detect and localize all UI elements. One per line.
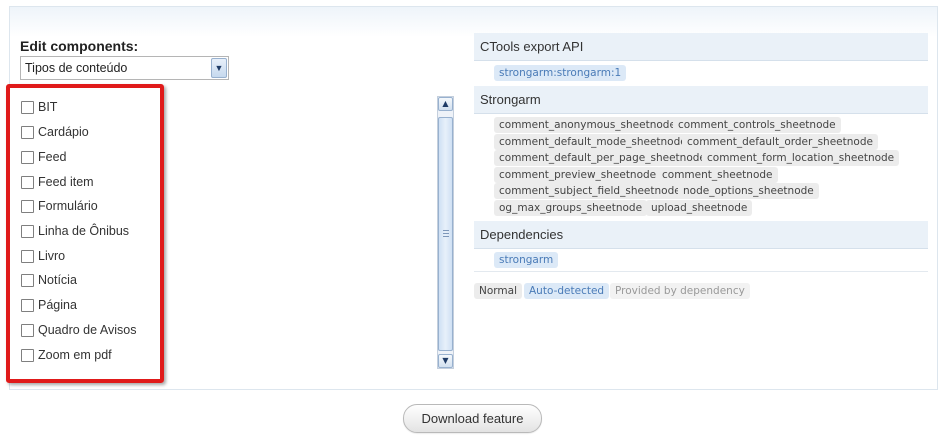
checkbox-label: Quadro de Avisos: [38, 323, 137, 337]
tag-component: comment_default_mode_sheetnode: [494, 134, 692, 150]
chevron-down-icon[interactable]: ▼: [211, 58, 227, 78]
checkbox-label: Linha de Ônibus: [38, 224, 130, 238]
tag-component: comment_form_location_sheetnode: [702, 150, 900, 166]
checkbox-label: Formulário: [38, 199, 98, 213]
component-checklist: BIT Cardápio Feed Feed item Formulário L…: [20, 97, 170, 387]
tag-component: comment_default_order_sheetnode: [682, 134, 878, 150]
checkbox-item-feed[interactable]: Feed: [21, 147, 67, 167]
checkbox-item-livro[interactable]: Livro: [21, 246, 65, 266]
checkbox-item-formulario[interactable]: Formulário: [21, 196, 98, 216]
checkbox-item-noticia[interactable]: Notícia: [21, 270, 77, 290]
legend-auto-detected: Auto-detected: [524, 283, 610, 299]
select-value: Tipos de conteúdo: [25, 61, 128, 75]
arrow-down-icon[interactable]: ▼: [438, 354, 453, 368]
tag-component: comment_default_per_page_sheetnode: [494, 150, 711, 166]
checkbox-label: Página: [38, 298, 77, 312]
checkbox[interactable]: [21, 125, 34, 139]
checkbox[interactable]: [21, 224, 34, 238]
component-type-select[interactable]: Tipos de conteúdo ▼: [20, 56, 229, 80]
divider: [474, 271, 928, 272]
checkbox-item-zoom-em-pdf[interactable]: Zoom em pdf: [21, 345, 112, 365]
checkbox-item-linha-de-onibus[interactable]: Linha de Ônibus: [21, 221, 129, 241]
checkbox[interactable]: [21, 199, 34, 213]
tag-component: comment_sheetnode: [657, 167, 778, 183]
checkbox-item-quadro-de-avisos[interactable]: Quadro de Avisos: [21, 320, 136, 340]
tag-auto-detected: strongarm:strongarm:1: [494, 65, 627, 81]
checkbox-item-cardapio[interactable]: Cardápio: [21, 122, 89, 142]
checkbox[interactable]: [21, 348, 34, 362]
tag-component: comment_preview_sheetnode: [494, 167, 662, 183]
section-header-ctools: CTools export API: [474, 33, 928, 61]
checkbox-label: Livro: [38, 249, 66, 263]
checkbox-label: BIT: [38, 100, 58, 114]
feature-panel: Edit components: Tipos de conteúdo ▼ BIT…: [9, 6, 938, 390]
legend-normal: Normal: [474, 283, 522, 299]
checkbox-label: Feed item: [38, 175, 94, 189]
checkbox[interactable]: [21, 249, 34, 263]
checkbox[interactable]: [21, 100, 34, 114]
checkbox-label: Zoom em pdf: [38, 348, 112, 362]
tag-component: node_options_sheetnode: [678, 183, 819, 199]
tag-component: og_max_groups_sheetnode: [494, 200, 648, 216]
tag-component: upload_sheetnode: [646, 200, 753, 216]
scrollbar-thumb[interactable]: [438, 117, 453, 351]
checkbox-item-feed-item[interactable]: Feed item: [21, 172, 94, 192]
checkbox-label: Notícia: [38, 273, 77, 287]
checkbox[interactable]: [21, 273, 34, 287]
download-feature-button[interactable]: Download feature: [403, 404, 542, 433]
grip-icon: [443, 230, 449, 237]
checkbox[interactable]: [21, 150, 34, 164]
checkbox-label: Cardápio: [38, 125, 89, 139]
tag-auto-detected: strongarm: [494, 252, 559, 268]
tag-component: comment_subject_field_sheetnode: [494, 183, 686, 199]
checkbox[interactable]: [21, 323, 34, 337]
checkbox-label: Feed: [38, 150, 67, 164]
section-header-dependencies: Dependencies: [474, 221, 928, 249]
checkbox-item-pagina[interactable]: Página: [21, 295, 77, 315]
checkbox[interactable]: [21, 175, 34, 189]
section-header-strongarm: Strongarm: [474, 86, 928, 114]
checkbox[interactable]: [21, 298, 34, 312]
list-scrollbar[interactable]: ▲ ▼: [437, 96, 454, 369]
arrow-up-icon[interactable]: ▲: [438, 97, 453, 111]
checkbox-item-bit[interactable]: BIT: [21, 97, 57, 117]
tag-component: comment_controls_sheetnode: [673, 117, 841, 133]
tag-component: comment_anonymous_sheetnode: [494, 117, 681, 133]
edit-components-label: Edit components:: [20, 38, 139, 54]
legend-provided-by-dependency: Provided by dependency: [610, 283, 750, 299]
